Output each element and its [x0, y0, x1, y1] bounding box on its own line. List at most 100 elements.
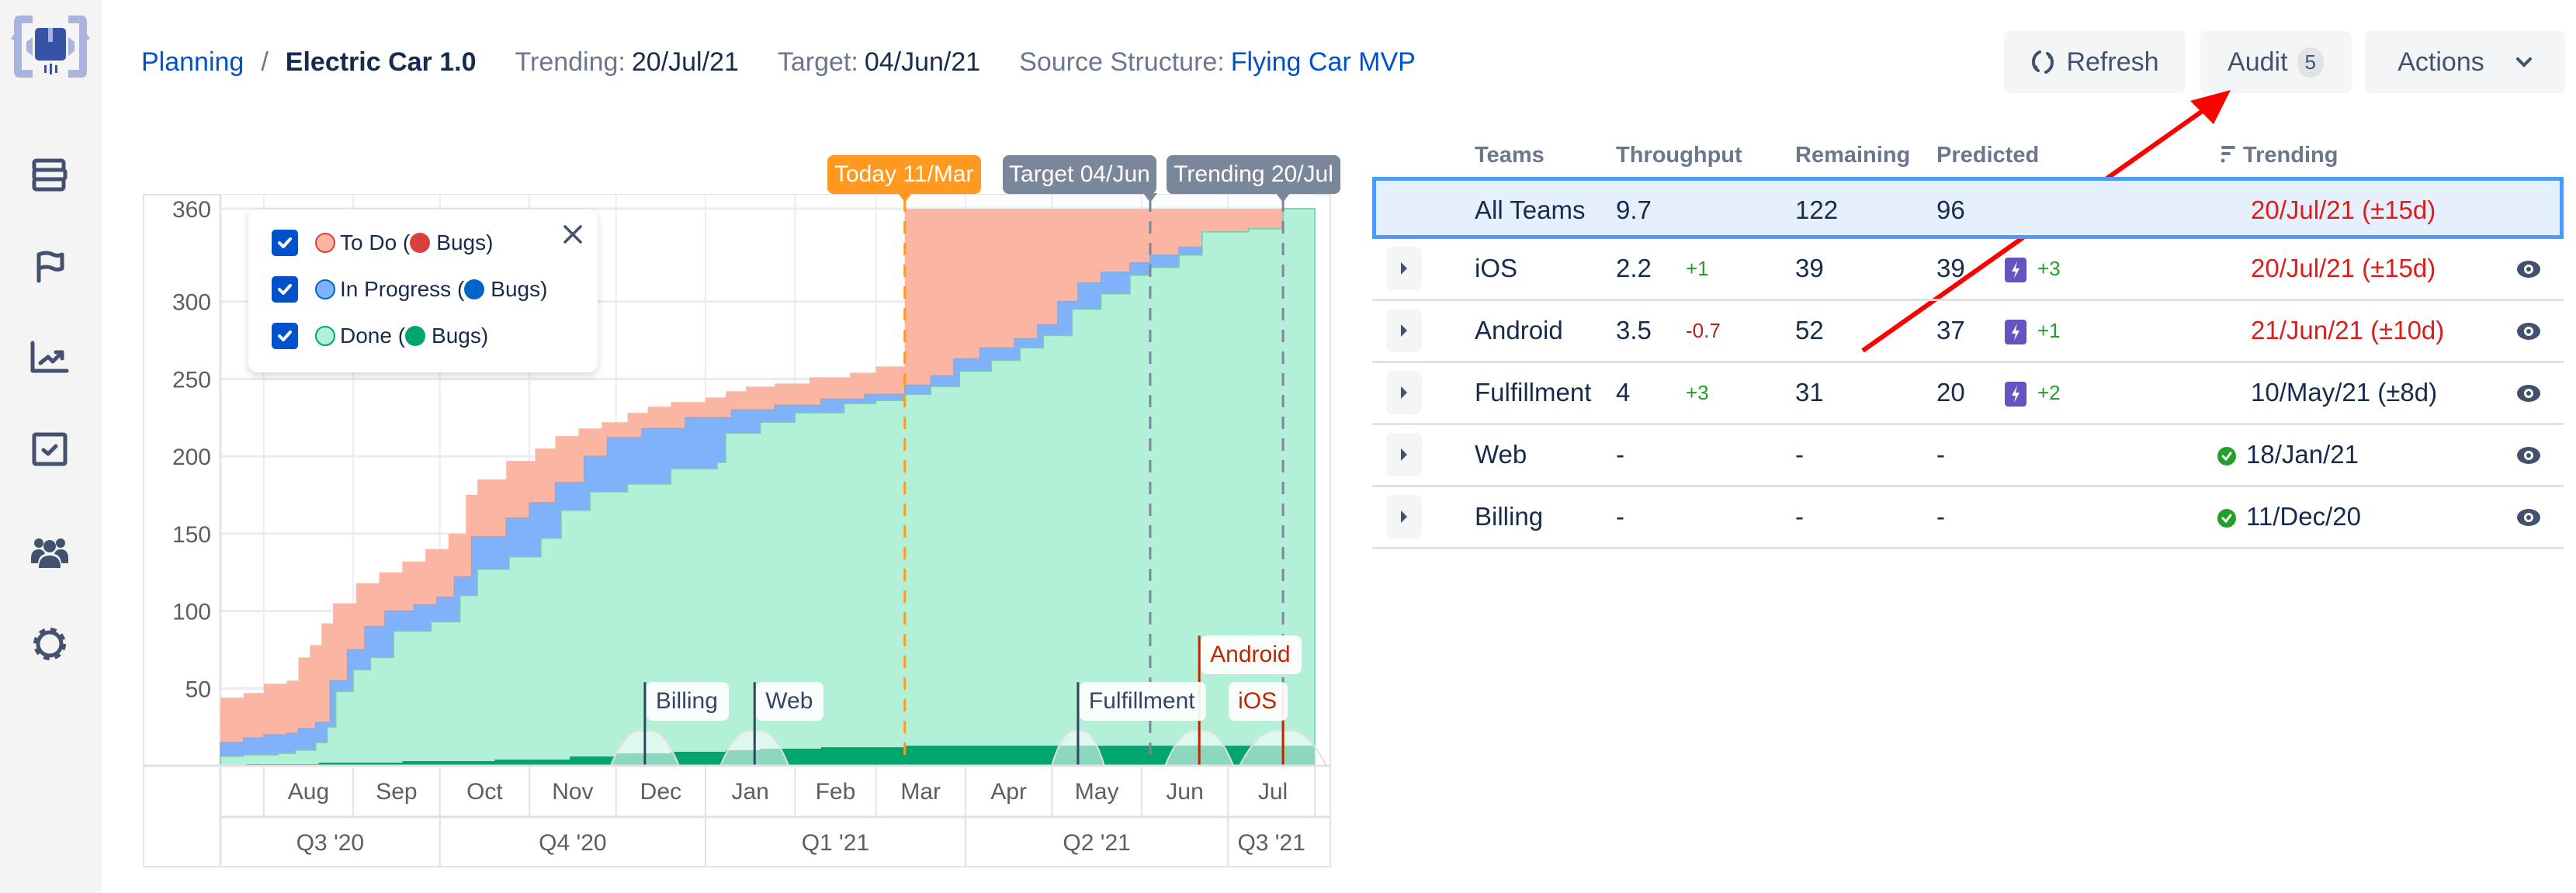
- todo-swatch-icon: [315, 233, 335, 253]
- eye-icon[interactable]: [2515, 504, 2542, 531]
- eye-icon[interactable]: [2515, 318, 2542, 344]
- marker-label-today[interactable]: Today 11/Mar: [827, 155, 981, 194]
- predicted-value: -: [1936, 502, 1945, 531]
- throughput-delta: +3: [1686, 381, 1709, 404]
- table-row-all-teams[interactable]: All Teams 9.7 122 96 20/Jul/21 (±15d): [1372, 177, 2564, 239]
- trending-value: 10/May/21 (±8d): [2251, 378, 2438, 407]
- throughput-value: -: [1616, 502, 1624, 531]
- marker-label-target[interactable]: Target 04/Jun: [1002, 155, 1156, 194]
- trending-value: 18/Jan/21: [2217, 425, 2359, 484]
- team-marker-web[interactable]: Web: [756, 682, 824, 722]
- team-name: Web: [1475, 440, 1527, 469]
- remaining-value: 39: [1795, 254, 1824, 282]
- column-header-teams[interactable]: Teams: [1475, 143, 1545, 168]
- y-tick-label: 50: [185, 677, 211, 702]
- y-tick-label: 250: [172, 367, 211, 393]
- predicted-value: -: [1936, 440, 1945, 469]
- predicted-delta-label: +1: [2037, 319, 2061, 342]
- team-marker-ios[interactable]: iOS: [1229, 682, 1288, 722]
- team-name: Android: [1475, 316, 1563, 344]
- expand-row-button[interactable]: [1386, 247, 1422, 290]
- column-header-throughput[interactable]: Throughput: [1616, 143, 1742, 168]
- column-header-trending[interactable]: Trending: [2220, 143, 2338, 168]
- in-progress-swatch-icon: [315, 279, 335, 299]
- legend-item-in-progress[interactable]: In Progress (Bugs): [272, 276, 547, 303]
- legend-done-checkbox[interactable]: [272, 323, 298, 349]
- legend-in-progress-checkbox[interactable]: [272, 276, 298, 303]
- x-axis: Aug Sep Oct Nov Dec Jan Feb Mar Apr May Jun Jul Q3 '…: [144, 764, 1330, 866]
- legend-in-progress-bugs-label: Bugs: [491, 277, 541, 301]
- todo-bugs-dot-icon: [410, 233, 431, 253]
- expand-row-button[interactable]: [1386, 433, 1422, 476]
- predicted-delta: +2: [2005, 363, 2061, 422]
- expand-row-button[interactable]: [1386, 495, 1422, 538]
- month-tick-label: Aug: [288, 779, 329, 805]
- column-header-predicted[interactable]: Predicted: [1936, 143, 2039, 168]
- eye-icon[interactable]: [2515, 256, 2542, 282]
- trending-value: 21/Jun/21 (±10d): [2251, 316, 2445, 344]
- month-tick-label: Jan: [731, 779, 768, 805]
- team-name: Billing: [1475, 502, 1544, 531]
- table-row[interactable]: iOS 2.2 +1 39 39 +3 20/Jul/21 (±15d): [1372, 239, 2564, 301]
- y-tick-label: 100: [172, 600, 211, 625]
- throughput-delta: +1: [1686, 257, 1709, 280]
- column-header-remaining[interactable]: Remaining: [1795, 143, 1910, 168]
- predicted-value: 20: [1936, 378, 1965, 407]
- team-marker-fulfillment[interactable]: Fulfillment: [1079, 682, 1206, 722]
- eye-icon[interactable]: [2515, 380, 2542, 407]
- check-circle-icon: [2217, 447, 2236, 466]
- month-tick-label: Feb: [816, 779, 856, 805]
- expand-row-button[interactable]: [1386, 371, 1422, 414]
- legend-in-progress-label: In Progress: [340, 277, 452, 301]
- month-tick-label: Sep: [376, 779, 417, 805]
- legend-todo-bugs-label: Bugs: [436, 230, 487, 254]
- trending-value: 20/Jul/21 (±15d): [2251, 254, 2436, 282]
- legend-item-done[interactable]: Done (Bugs): [272, 323, 488, 349]
- remaining-value: 31: [1795, 378, 1824, 407]
- lightning-icon: [2005, 382, 2026, 407]
- expand-row-button[interactable]: [1386, 309, 1422, 352]
- close-icon[interactable]: [560, 222, 585, 247]
- legend-done-label: Done: [340, 324, 392, 348]
- y-axis-labels: 50 100 150 200 250 300 360: [172, 197, 211, 702]
- quarter-tick-label: Q4 '20: [539, 830, 606, 856]
- chart-legend: To Do (Bugs) In Progress (Bugs) Done (Bu…: [248, 209, 598, 372]
- remaining-value: -: [1795, 502, 1804, 531]
- team-marker-android[interactable]: Android: [1201, 635, 1302, 675]
- month-tick-label: Jul: [1258, 779, 1288, 805]
- trending-date: 11/Dec/20: [2246, 502, 2361, 531]
- month-tick-label: Apr: [990, 779, 1027, 805]
- table-row[interactable]: Billing - - - 11/Dec/20: [1372, 487, 2564, 549]
- quarter-tick-label: Q3 '20: [296, 830, 364, 856]
- table-row[interactable]: Web - - - 18/Jan/21: [1372, 425, 2564, 487]
- team-name: All Teams: [1475, 196, 1586, 224]
- quarter-tick-label: Q3 '21: [1237, 830, 1305, 856]
- marker-label-trending[interactable]: Trending 20/Jul: [1167, 155, 1341, 194]
- legend-done-bugs-label: Bugs: [432, 324, 481, 348]
- y-tick-label: 300: [172, 290, 211, 316]
- lightning-icon: [2005, 320, 2026, 345]
- month-tick-label: Mar: [900, 779, 941, 805]
- check-circle-icon: [2217, 509, 2236, 528]
- team-marker-billing[interactable]: Billing: [646, 682, 729, 722]
- predicted-value: 37: [1936, 316, 1965, 344]
- done-swatch-icon: [315, 326, 335, 346]
- caret-right-icon: [1401, 448, 1407, 461]
- column-header-trending-label: Trending: [2243, 143, 2339, 168]
- legend-item-todo[interactable]: To Do (Bugs): [272, 230, 493, 256]
- legend-todo-checkbox[interactable]: [272, 230, 298, 256]
- predicted-value: 96: [1936, 196, 1965, 224]
- table-row[interactable]: Fulfillment 4 +3 31 20 +2 10/May/21 (±8d): [1372, 363, 2564, 425]
- table-row[interactable]: Android 3.5 -0.7 52 37 +1 21/Jun/21 (±10d): [1372, 301, 2564, 363]
- y-tick-label: 360: [172, 197, 211, 223]
- eye-icon[interactable]: [2515, 442, 2542, 469]
- legend-todo-label: To Do: [340, 230, 397, 254]
- predicted-delta-label: +3: [2037, 257, 2061, 280]
- caret-right-icon: [1401, 386, 1407, 399]
- throughput-delta: -0.7: [1686, 319, 1721, 342]
- marker-pointer-icon: [897, 193, 912, 202]
- throughput-value: 9.7: [1616, 196, 1652, 224]
- y-tick-label: 150: [172, 522, 211, 548]
- trending-date: 18/Jan/21: [2246, 440, 2359, 469]
- remaining-value: 122: [1795, 196, 1839, 224]
